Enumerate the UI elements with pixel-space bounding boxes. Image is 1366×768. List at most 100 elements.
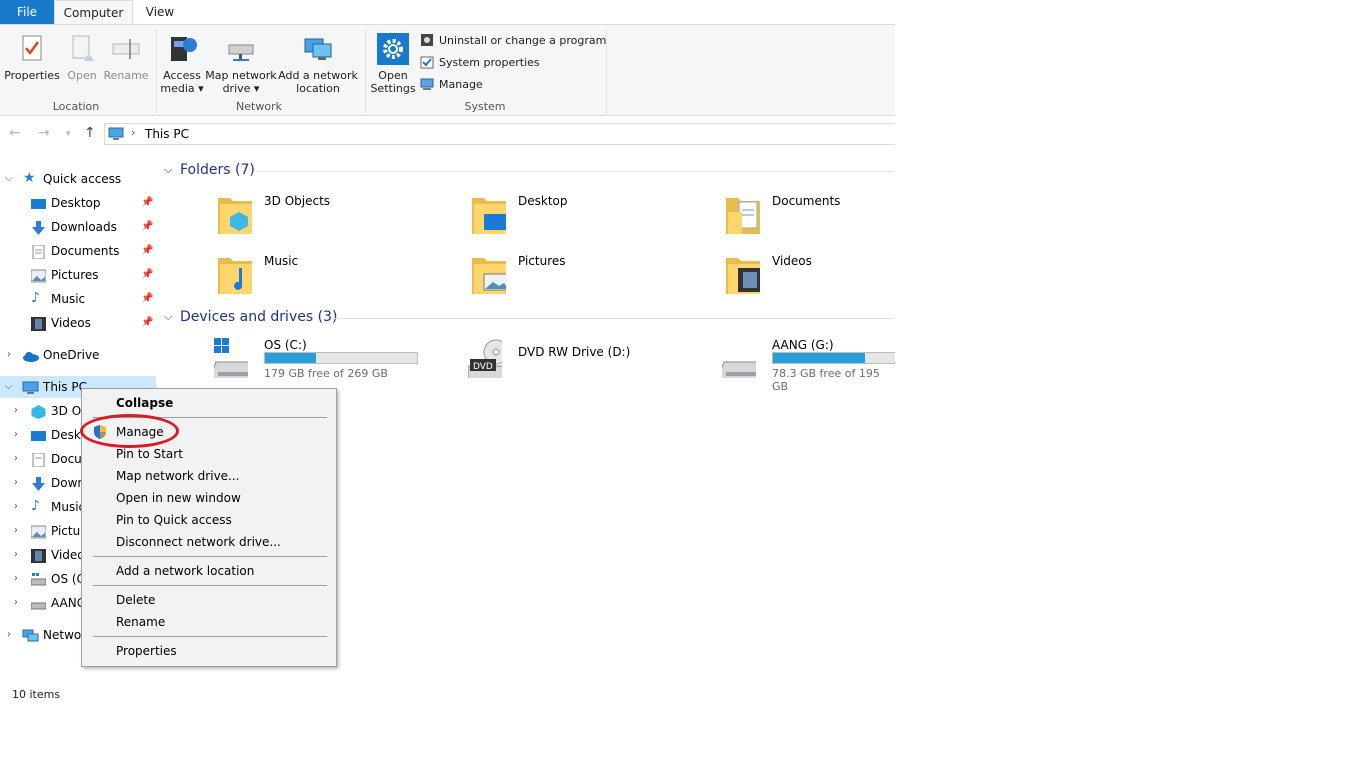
- nav-quick-desktop[interactable]: Desktop 📌: [0, 192, 156, 214]
- group-label-network: Network: [236, 100, 282, 113]
- nav-quick-access[interactable]: ⌵ ★ Quick access: [0, 168, 156, 190]
- drive-os-c[interactable]: OS (C:) 179 GB free of 269 GB: [214, 338, 424, 394]
- nav-quick-documents[interactable]: Documents 📌: [0, 240, 156, 262]
- nav-quick-music[interactable]: ♪ Music 📌: [0, 288, 156, 310]
- open-settings-label-1: Open: [378, 69, 408, 82]
- folder-desktop[interactable]: Desktop: [472, 194, 722, 250]
- devices-section-header[interactable]: Devices and drives (3): [180, 309, 337, 325]
- folders-section-header[interactable]: Folders (7): [180, 162, 255, 178]
- star-icon: ★: [23, 170, 36, 186]
- collapse-folders-chevron-icon[interactable]: ⌵: [164, 163, 172, 177]
- add-network-location-button[interactable]: Add a network location: [278, 33, 358, 95]
- menu-item-disconnect-network-drive[interactable]: Disconnect network drive...: [116, 532, 281, 552]
- manage-button[interactable]: Manage: [420, 76, 483, 94]
- nav-quick-downloads[interactable]: Downloads 📌: [0, 216, 156, 238]
- open-settings-button[interactable]: Open Settings: [370, 33, 416, 95]
- chevron-right-icon[interactable]: ›: [14, 544, 18, 566]
- collapse-devices-chevron-icon[interactable]: ⌵: [164, 310, 172, 324]
- open-icon: [66, 33, 98, 65]
- nav-label: Down: [51, 476, 86, 490]
- drive-free-space: 179 GB free of 269 GB: [264, 367, 388, 380]
- properties-button[interactable]: Properties: [4, 33, 60, 82]
- chevron-right-icon[interactable]: ›: [14, 472, 18, 494]
- open-button[interactable]: Open: [62, 33, 102, 82]
- folder-documents[interactable]: Documents: [726, 194, 976, 250]
- tab-view[interactable]: View: [136, 0, 184, 24]
- tab-file[interactable]: File: [0, 0, 54, 24]
- chevron-down-icon[interactable]: ⌵: [5, 168, 13, 190]
- access-media-label-2: media ▾: [160, 82, 204, 95]
- drive-dvd-d[interactable]: DVD DVD RW Drive (D:): [468, 338, 678, 394]
- forward-arrow-icon[interactable]: →: [38, 125, 50, 141]
- folder-music[interactable]: Music: [218, 254, 468, 310]
- nav-label: Music: [51, 292, 86, 306]
- drive-name: DVD RW Drive (D:): [518, 345, 631, 359]
- chevron-right-icon[interactable]: ›: [14, 592, 18, 614]
- chevron-right-icon[interactable]: ›: [14, 448, 18, 470]
- uninstall-label: Uninstall or change a program: [439, 34, 607, 47]
- up-arrow-icon[interactable]: ↑: [84, 125, 96, 141]
- open-label: Open: [67, 69, 97, 82]
- menu-item-add-network-location[interactable]: Add a network location: [116, 561, 254, 581]
- system-properties-button[interactable]: System properties: [420, 54, 540, 72]
- folder-videos[interactable]: Videos: [726, 254, 976, 310]
- nav-label: Quick access: [43, 172, 122, 186]
- map-network-drive-button[interactable]: Map network drive ▾: [204, 33, 278, 95]
- drive-name: OS (C:): [264, 338, 307, 352]
- pictures-folder-icon: [472, 258, 506, 294]
- nav-quick-pictures[interactable]: Pictures 📌: [0, 264, 156, 286]
- access-media-button[interactable]: Access media ▾: [160, 33, 204, 95]
- drive-aang-g[interactable]: AANG (G:) 78.3 GB free of 195 GB: [722, 338, 895, 394]
- drive-usage-bar: [264, 352, 418, 364]
- ribbon: Properties Open Rename Location Access m…: [0, 24, 895, 116]
- back-arrow-icon[interactable]: ←: [9, 125, 21, 141]
- pin-icon: 📌: [141, 221, 154, 232]
- menu-item-open-new-window[interactable]: Open in new window: [116, 488, 241, 508]
- menu-item-collapse[interactable]: Collapse: [116, 393, 173, 413]
- network-location-icon: [302, 33, 334, 65]
- address-bar[interactable]: › This PC: [104, 123, 895, 145]
- chevron-right-icon[interactable]: ›: [14, 520, 18, 542]
- breadcrumb-this-pc[interactable]: This PC: [145, 127, 189, 141]
- folder-name: 3D Objects: [264, 194, 331, 208]
- chevron-right-icon[interactable]: ›: [14, 568, 18, 590]
- nav-label: Documents: [51, 244, 120, 258]
- nav-label: Pictures: [51, 268, 99, 282]
- properties-label: Properties: [4, 69, 60, 82]
- chevron-right-icon[interactable]: ›: [14, 424, 18, 446]
- recent-locations-chevron-icon[interactable]: ▾: [66, 129, 71, 139]
- drive-name: AANG (G:): [772, 338, 834, 352]
- system-drive-icon: [30, 572, 47, 586]
- documents-folder-icon: [726, 198, 760, 234]
- pictures-icon: [30, 524, 47, 539]
- chevron-down-icon[interactable]: ⌵: [5, 376, 13, 398]
- open-settings-label-2: Settings: [370, 82, 416, 95]
- nav-onedrive[interactable]: › OneDrive: [0, 344, 156, 366]
- chevron-right-icon[interactable]: ›: [7, 624, 11, 646]
- menu-item-pin-quick-access[interactable]: Pin to Quick access: [116, 510, 232, 530]
- nav-quick-videos[interactable]: Videos 📌: [0, 312, 156, 334]
- menu-item-delete[interactable]: Delete: [116, 590, 155, 610]
- menu-item-properties[interactable]: Properties: [116, 641, 177, 661]
- menu-item-map-network-drive[interactable]: Map network drive...: [116, 466, 240, 486]
- drive-icon: [30, 596, 47, 610]
- tab-computer[interactable]: Computer: [54, 0, 133, 24]
- menu-item-rename[interactable]: Rename: [116, 612, 165, 632]
- pin-icon: 📌: [141, 245, 154, 256]
- pin-icon: 📌: [141, 317, 154, 328]
- gear-icon: [377, 33, 409, 65]
- this-pc-icon: [22, 380, 39, 394]
- uninstall-program-button[interactable]: Uninstall or change a program: [420, 32, 606, 50]
- chevron-right-icon[interactable]: ›: [14, 496, 18, 518]
- nav-label: Video: [51, 548, 85, 562]
- rename-label: Rename: [103, 69, 149, 82]
- pin-icon: 📌: [141, 269, 154, 280]
- pictures-icon: [30, 268, 47, 283]
- folder-3d-objects[interactable]: 3D Objects: [218, 194, 468, 250]
- chevron-right-icon[interactable]: ›: [7, 344, 11, 366]
- drive-usage-bar: [772, 352, 895, 364]
- folder-pictures[interactable]: Pictures: [472, 254, 722, 310]
- 3d-objects-icon: [31, 404, 46, 419]
- rename-button[interactable]: Rename: [102, 33, 150, 82]
- chevron-right-icon[interactable]: ›: [14, 400, 18, 422]
